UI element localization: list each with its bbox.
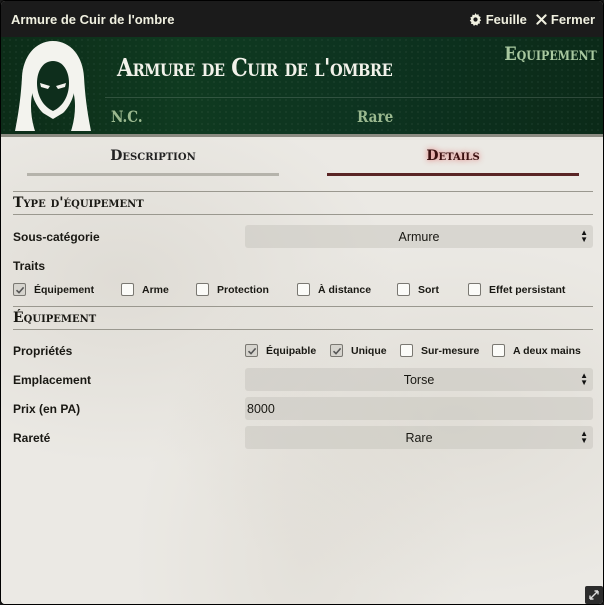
properties-label: Propriétés — [13, 344, 73, 358]
trait-label: Effet persistant — [489, 283, 566, 296]
close-button-label: Fermer — [550, 11, 595, 27]
trait-checkbox-sort[interactable]: Sort — [397, 283, 439, 296]
item-name[interactable]: Armure de Cuir de l'ombre — [117, 53, 393, 82]
item-type: Equipement — [504, 43, 597, 65]
slot-select[interactable]: Torse ▲ ▼ — [245, 368, 593, 391]
trait-checkbox-protection[interactable]: Protection — [196, 283, 269, 296]
section-title-type: Type d'équipement — [13, 191, 593, 215]
traits-label: Traits — [13, 259, 46, 273]
item-rarity: Rare — [357, 107, 394, 126]
checkbox-box[interactable] — [13, 283, 26, 296]
checkbox-box[interactable] — [297, 283, 310, 296]
property-label: Sur-mesure — [421, 344, 480, 357]
property-label: Équipable — [266, 344, 317, 357]
sheet-tabs: Description Details — [1, 140, 603, 176]
close-button[interactable]: Fermer — [536, 12, 595, 27]
gear-icon — [469, 12, 481, 26]
select-arrows-icon: ▲ ▼ — [580, 228, 588, 244]
select-arrows-icon: ▲ ▼ — [580, 371, 588, 387]
slot-label: Emplacement — [13, 373, 92, 387]
section-title-equipment: Équipement — [13, 306, 593, 330]
sheet-content: Description Details Type d'équipement So… — [1, 140, 603, 604]
checkbox-box[interactable] — [196, 283, 209, 296]
item-level: N.C. — [111, 107, 143, 126]
trait-label: Équipement — [34, 283, 95, 296]
property-checkbox-a-deux-mains[interactable]: A deux mains — [492, 344, 581, 357]
property-label: Unique — [351, 344, 387, 357]
window-title: Armure de Cuir de l'ombre — [11, 11, 175, 27]
trait-checkbox-arme[interactable]: Arme — [121, 283, 169, 296]
close-icon — [536, 13, 547, 25]
price-label: Prix (en PA) — [13, 402, 81, 416]
item-sheet-window: Armure de Cuir de l'ombre Feuille Fermer… — [0, 0, 604, 605]
property-label: A deux mains — [513, 344, 581, 357]
select-arrows-icon: ▲ ▼ — [580, 429, 588, 445]
check-icon — [15, 286, 24, 294]
property-checkbox-equipable[interactable]: Équipable — [245, 344, 316, 357]
subcategory-label: Sous-catégorie — [13, 230, 100, 244]
checkbox-box[interactable] — [121, 283, 134, 296]
checkbox-box[interactable] — [400, 344, 413, 357]
tab-details[interactable]: Details — [327, 148, 579, 176]
tab-description[interactable]: Description — [27, 148, 279, 176]
trait-checkbox-a-distance[interactable]: À distance — [297, 283, 371, 296]
trait-label: Arme — [142, 283, 169, 296]
trait-label: Sort — [418, 283, 439, 296]
rarity-select[interactable]: Rare ▲ ▼ — [245, 426, 593, 449]
trait-label: Protection — [217, 283, 269, 296]
trait-label: À distance — [318, 283, 372, 296]
checkbox-box[interactable] — [468, 283, 481, 296]
property-checkbox-unique[interactable]: Unique — [330, 344, 387, 357]
rarity-label: Rareté — [13, 431, 51, 445]
slot-value: Torse — [403, 372, 435, 387]
price-input[interactable]: 8000 — [245, 397, 593, 420]
trait-checkbox-effet-persistant[interactable]: Effet persistant — [468, 283, 565, 296]
resize-handle[interactable] — [585, 586, 603, 604]
header-divider — [105, 97, 603, 98]
sheet-header: Armure de Cuir de l'ombre Equipement N.C… — [1, 37, 603, 137]
property-checkbox-sur-mesure[interactable]: Sur-mesure — [400, 344, 479, 357]
sheet-button-label: Feuille — [485, 11, 527, 27]
check-icon — [332, 347, 341, 355]
rarity-value: Rare — [405, 430, 433, 445]
check-icon — [247, 347, 256, 355]
checkbox-box[interactable] — [330, 344, 343, 357]
checkbox-box[interactable] — [397, 283, 410, 296]
subcategory-value: Armure — [398, 229, 440, 244]
resize-icon — [589, 590, 599, 600]
sheet-button[interactable]: Feuille — [469, 12, 527, 27]
checkbox-box[interactable] — [245, 344, 258, 357]
window-titlebar[interactable]: Armure de Cuir de l'ombre Feuille Fermer — [1, 1, 603, 37]
hooded-figure-icon[interactable] — [13, 39, 93, 133]
trait-checkbox-equipement[interactable]: Équipement — [13, 283, 94, 296]
checkbox-box[interactable] — [492, 344, 505, 357]
subcategory-select[interactable]: Armure ▲ ▼ — [245, 225, 593, 248]
